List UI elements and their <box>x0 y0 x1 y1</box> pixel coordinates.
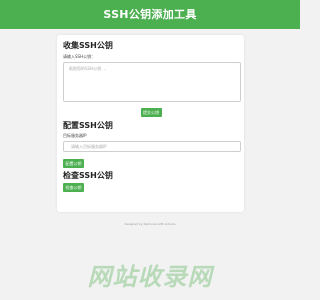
footer-credit: designed by beihuxia with ai tools <box>124 222 176 226</box>
configure-section-title: 配置SSH公钥 <box>63 121 113 130</box>
watermark-logo: 网站收录网 <box>87 263 213 291</box>
check-section: 检查SSH公钥 检查公钥 <box>63 170 239 192</box>
page-title: SSH公钥添加工具 <box>103 8 197 21</box>
check-section-title: 检查SSH公钥 <box>63 171 113 180</box>
app-header: SSH公钥添加工具 <box>0 0 300 29</box>
submit-key-button[interactable]: 提交公钥 <box>140 108 162 117</box>
main-card: 收集SSH公钥 请输入SSH公钥： 提交公钥 配置SSH公钥 目标服务器IP 配… <box>57 35 244 212</box>
public-key-textarea[interactable] <box>63 62 241 102</box>
server-ip-label: 目标服务器IP <box>63 133 87 138</box>
server-ip-input[interactable] <box>63 141 241 152</box>
configure-section: 配置SSH公钥 目标服务器IP 配置公钥 <box>63 120 241 168</box>
check-key-button[interactable]: 检查公钥 <box>63 183 84 192</box>
public-key-label: 请输入SSH公钥： <box>63 54 96 59</box>
configure-key-button[interactable]: 配置公钥 <box>63 159 84 168</box>
collect-section-title: 收集SSH公钥 <box>63 41 113 50</box>
collect-section: 收集SSH公钥 请输入SSH公钥： 提交公钥 <box>63 40 241 117</box>
